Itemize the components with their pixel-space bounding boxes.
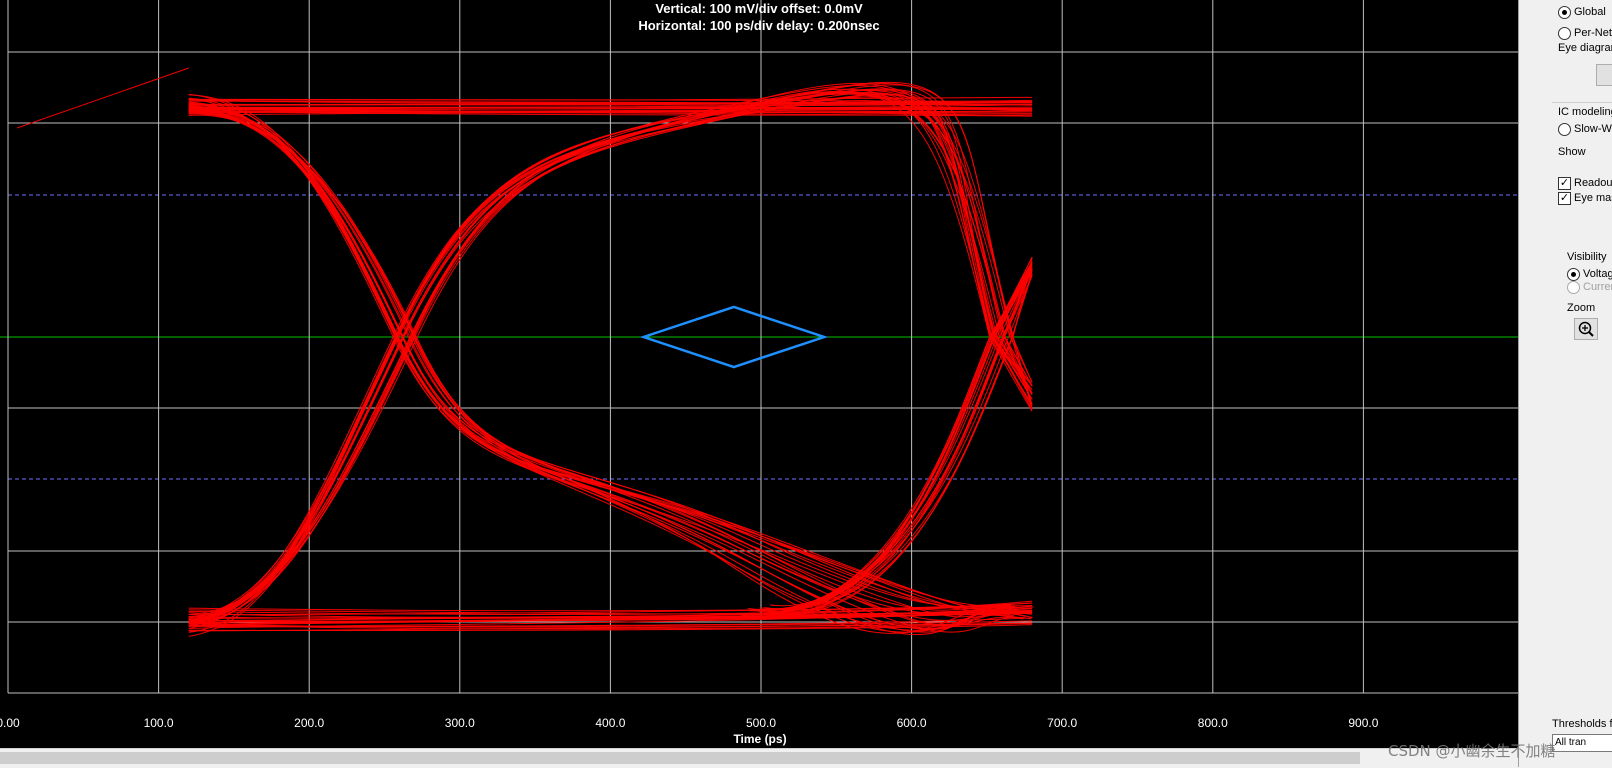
x-tick-label: 700.0 <box>1047 716 1078 730</box>
global-radio[interactable] <box>1558 6 1571 19</box>
horizontal-scrollbar[interactable] <box>0 752 1360 764</box>
visibility-label: Visibility <box>1567 251 1607 263</box>
thresholds-select[interactable]: All tran <box>1552 734 1612 752</box>
x-tick-label: 300.0 <box>444 716 475 730</box>
x-tick-label: 600.0 <box>896 716 927 730</box>
voltage-radio[interactable] <box>1567 268 1580 281</box>
readout-checkbox[interactable]: ✓ <box>1558 177 1571 190</box>
rising-edge-trace <box>759 265 1033 610</box>
slow-weak-label: Slow-We <box>1574 123 1612 135</box>
current-label: Curren <box>1583 281 1612 293</box>
voltage-label: Voltag <box>1583 268 1612 280</box>
readout-label: Readout <box>1574 177 1612 189</box>
x-tick-label: 0.00 <box>0 716 20 730</box>
x-tick-label: 400.0 <box>595 716 626 730</box>
x-axis-label: Time (ps) <box>733 732 787 746</box>
eye-mask-checkbox[interactable]: ✓ <box>1558 192 1571 205</box>
thresholds-label: Thresholds f <box>1552 718 1612 730</box>
zoom-in-icon <box>1578 321 1594 337</box>
show-group-label: Show <box>1558 146 1586 158</box>
global-label: Global <box>1574 6 1606 18</box>
splitter[interactable] <box>1518 0 1549 767</box>
per-net-radio[interactable] <box>1558 27 1571 40</box>
ic-modeling-label: IC modeling <box>1558 106 1612 118</box>
horizontal-scale-readout: Horizontal: 100 ps/div delay: 0.200nsec <box>638 18 880 33</box>
current-radio[interactable] <box>1567 281 1580 294</box>
initial-ramp-trace <box>16 67 189 129</box>
x-tick-label: 100.0 <box>143 716 174 730</box>
eye-diagram-plot <box>0 0 1518 694</box>
eye-mask-label: Eye mas <box>1574 192 1612 204</box>
vertical-scale-readout: Vertical: 100 mV/div offset: 0.0mV <box>655 1 863 16</box>
eye-diagram-button[interactable] <box>1596 64 1612 86</box>
group-divider <box>1552 102 1612 103</box>
x-tick-label: 800.0 <box>1197 716 1228 730</box>
x-tick-label: 500.0 <box>745 716 777 730</box>
x-tick-label: 200.0 <box>294 716 325 730</box>
zoom-label: Zoom <box>1567 302 1596 314</box>
settings-panel: Global Per-Net/ Eye diagram IC modeling … <box>1548 0 1612 767</box>
eye-diagram-scope[interactable]: Vertical: 100 mV/div offset: 0.0mV Horiz… <box>0 0 1518 748</box>
slow-weak-radio[interactable] <box>1558 123 1571 136</box>
eye-diagram-label: Eye diagram <box>1558 42 1612 54</box>
zoom-in-button[interactable] <box>1574 318 1598 340</box>
rising-edge-trace <box>771 272 1033 616</box>
x-tick-label: 900.0 <box>1348 716 1379 730</box>
per-net-label: Per-Net/ <box>1574 27 1612 39</box>
watermark: CSDN @小幽余生不加糖 <box>1388 742 1556 760</box>
